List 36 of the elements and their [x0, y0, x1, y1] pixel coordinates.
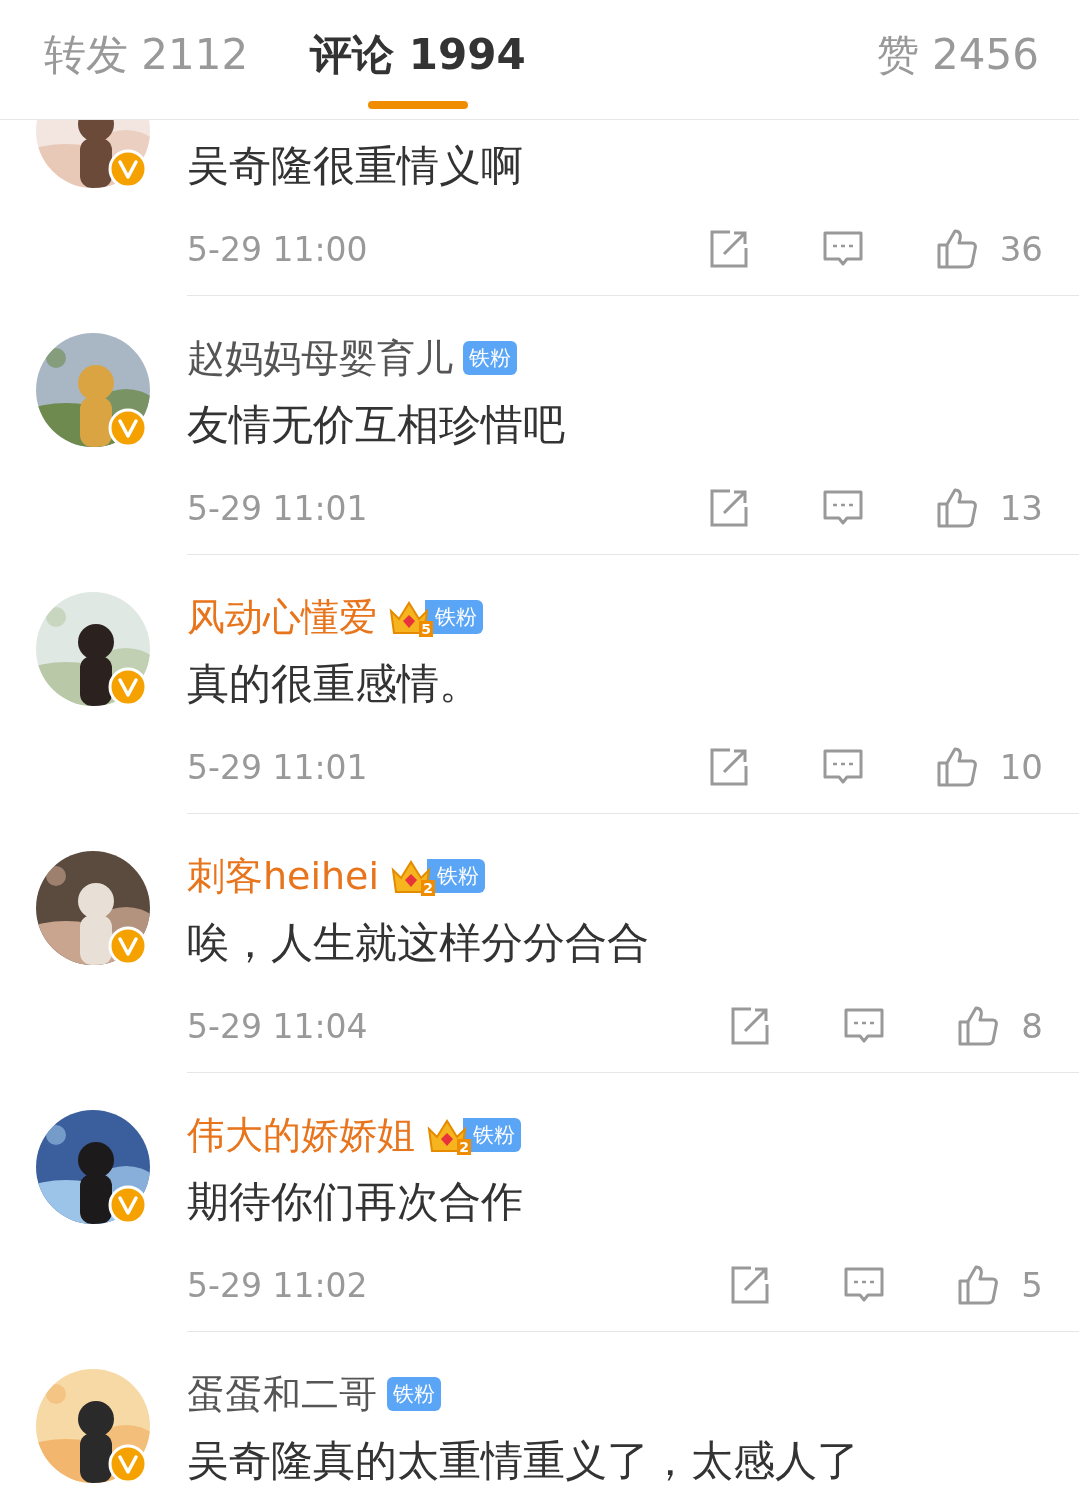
- fan-badge: 铁粉: [463, 341, 517, 375]
- tab[interactable]: 赞 2456: [876, 0, 1039, 119]
- comment-time: 5-29 11:01: [187, 488, 368, 528]
- comment-text: 友情无价互相珍惜吧: [187, 399, 566, 451]
- thumbs-up-icon[interactable]: [957, 1264, 1000, 1306]
- user-name[interactable]: 伟大的娇娇姐: [187, 1109, 415, 1161]
- comment-time: 5-29 11:01: [187, 747, 368, 787]
- tab[interactable]: 评论 1994: [310, 0, 526, 119]
- comment-time: 5-29 11:02: [187, 1265, 368, 1305]
- comment-time: 5-29 11:00: [187, 229, 368, 269]
- fan-badge: 铁粉: [387, 1377, 441, 1411]
- like-count: 13: [999, 488, 1043, 528]
- thumbs-up-icon[interactable]: [935, 746, 978, 788]
- thumbs-up-icon[interactable]: [935, 487, 978, 529]
- comment-text: 唉，人生就这样分分合合: [187, 917, 650, 969]
- user-name[interactable]: 刺客heihei: [187, 850, 380, 902]
- thumbs-up-icon[interactable]: [957, 1005, 1000, 1047]
- comment-text: 真的很重感情。: [187, 658, 482, 710]
- like-count: 36: [999, 229, 1043, 269]
- comment-text: 期待你们再次合作: [187, 1176, 524, 1228]
- like-count: 10: [999, 747, 1043, 787]
- comment-time: 5-29 11:04: [187, 1006, 368, 1046]
- thumbs-up-icon[interactable]: [935, 228, 978, 270]
- level-number: 5: [419, 621, 433, 637]
- level-number: 2: [421, 880, 436, 896]
- like-count: 8: [1021, 1006, 1043, 1046]
- share-icon[interactable]: [729, 1005, 772, 1047]
- tab[interactable]: 转发 2112: [44, 0, 249, 119]
- user-name[interactable]: 赵妈妈母婴育儿: [187, 332, 453, 384]
- like-count: 5: [1021, 1265, 1043, 1305]
- user-name[interactable]: 蛋蛋和二哥: [187, 1368, 377, 1420]
- comment-text: 吴奇隆很重情义啊: [187, 140, 524, 192]
- share-icon[interactable]: [729, 1264, 772, 1306]
- comment-text: 吴奇隆真的太重情重义了，太感人了: [187, 1435, 860, 1487]
- level-number: 2: [457, 1139, 471, 1155]
- user-name[interactable]: 风动心懂爱: [187, 591, 377, 643]
